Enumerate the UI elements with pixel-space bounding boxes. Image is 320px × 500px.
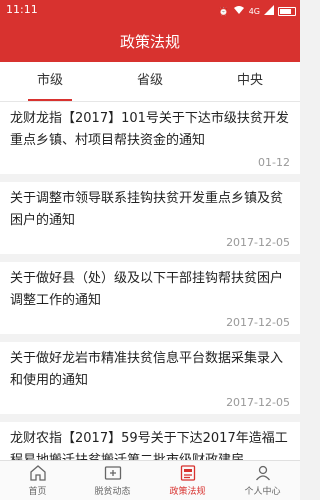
nav-label: 首页 [28, 487, 47, 497]
item-title: 关于调整市领导联系挂钩扶贫开发重点乡镇及贫困户的通知 [10, 191, 284, 228]
nav-label: 脱贫动态 [94, 487, 131, 497]
policy-icon [180, 465, 195, 481]
alarm-icon: ⏰ [218, 6, 229, 16]
tab-province[interactable]: 省级 [100, 62, 200, 101]
tab-bar: 市级 省级 中央 [0, 62, 300, 102]
bottom-nav: 首页 脱贫动态 政策法规 个人中心 [0, 460, 300, 500]
policy-list: 龙财龙指【2017】101号关于下达市级扶贫开发重点乡镇、村项目帮扶资金的通知 … [0, 102, 300, 460]
nav-label: 政策法规 [169, 487, 206, 497]
nav-profile[interactable]: 个人中心 [225, 461, 300, 500]
item-date: 01-12 [258, 156, 290, 169]
person-icon [255, 465, 270, 481]
nav-news[interactable]: 脱贫动态 [75, 461, 150, 500]
page-title: 政策法规 [0, 22, 300, 62]
list-item[interactable]: 龙财农指【2017】59号关于下达2017年造福工程易地搬迁扶贫搬迁第二批市级财… [0, 422, 300, 460]
status-icons: ⏰ 4G [219, 3, 296, 19]
tab-city[interactable]: 市级 [0, 62, 100, 101]
battery-icon [278, 6, 296, 16]
status-bar: 11:11 ⏰ 4G [0, 0, 300, 22]
wifi-icon [233, 5, 245, 17]
home-icon [29, 465, 46, 481]
network-label: 4G [248, 6, 260, 16]
nav-home[interactable]: 首页 [0, 461, 75, 500]
nav-policy[interactable]: 政策法规 [150, 461, 225, 500]
item-title: 龙财龙指【2017】101号关于下达市级扶贫开发重点乡镇、村项目帮扶资金的通知 [10, 111, 289, 148]
item-date: 2017-12-05 [226, 316, 290, 329]
item-date: 2017-12-05 [226, 396, 290, 409]
signal-icon [264, 5, 274, 17]
nav-label: 个人中心 [244, 487, 281, 497]
tab-central[interactable]: 中央 [200, 62, 300, 101]
item-date: 2017-12-05 [226, 236, 290, 249]
status-time: 11:11 [6, 3, 38, 16]
list-item[interactable]: 龙财龙指【2017】101号关于下达市级扶贫开发重点乡镇、村项目帮扶资金的通知 … [0, 102, 300, 174]
item-title: 关于做好龙岩市精准扶贫信息平台数据采集录入和使用的通知 [10, 351, 284, 388]
list-item[interactable]: 关于调整市领导联系挂钩扶贫开发重点乡镇及贫困户的通知 2017-12-05 [0, 182, 300, 254]
news-icon [104, 466, 121, 480]
list-item[interactable]: 关于做好龙岩市精准扶贫信息平台数据采集录入和使用的通知 2017-12-05 [0, 342, 300, 414]
item-title: 关于做好县（处）级及以下干部挂钩帮扶贫困户调整工作的通知 [10, 271, 284, 308]
item-title: 龙财农指【2017】59号关于下达2017年造福工程易地搬迁扶贫搬迁第二批市级财… [10, 431, 288, 460]
list-item[interactable]: 关于做好县（处）级及以下干部挂钩帮扶贫困户调整工作的通知 2017-12-05 [0, 262, 300, 334]
